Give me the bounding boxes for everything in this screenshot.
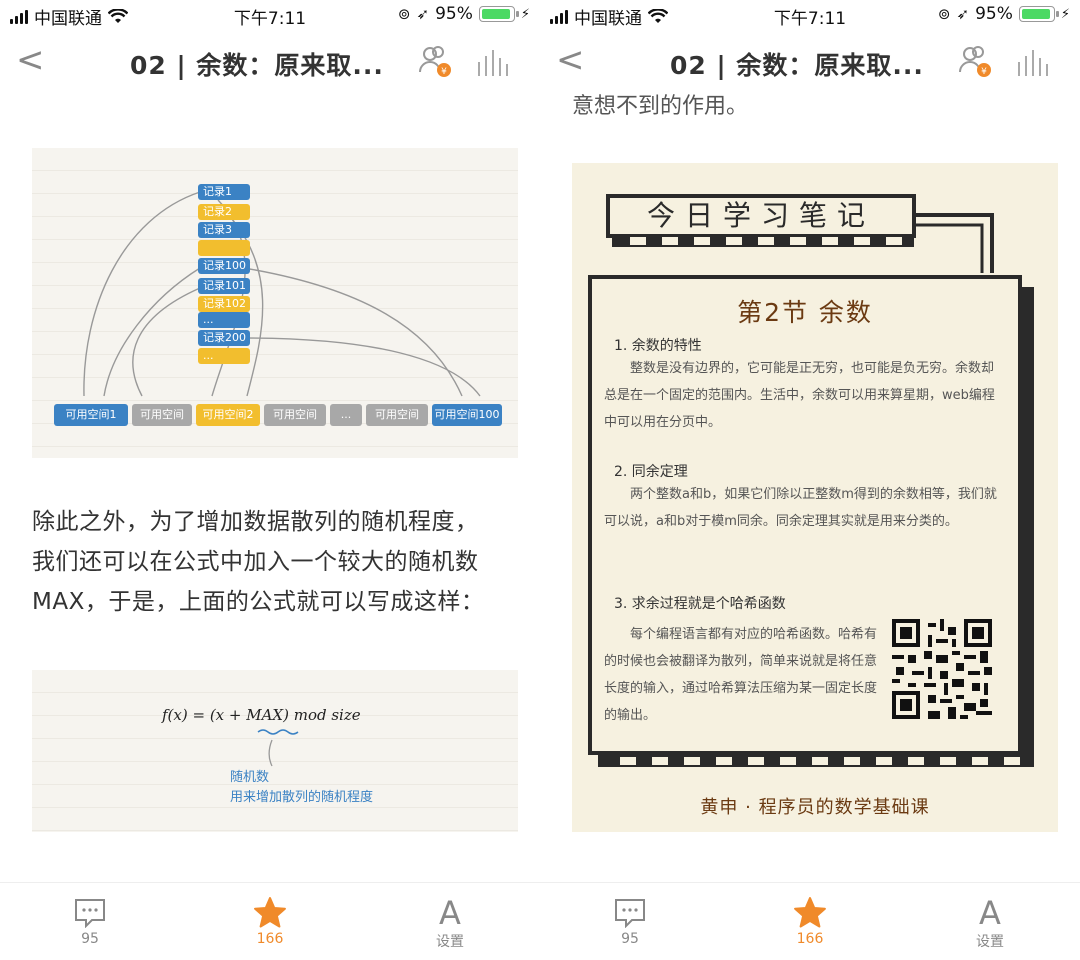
record-ellipsis-2: ... bbox=[198, 348, 250, 364]
record-200: 记录200 bbox=[198, 330, 250, 346]
tab-settings[interactable]: A 设置 bbox=[400, 894, 500, 951]
paragraph-line-1: 除此之外，为了增加数据散列的随机程度， bbox=[32, 509, 479, 535]
note-footer: 黄申 · 程序员的数学基础课 bbox=[700, 797, 930, 818]
slot-gray-2: 可用空间 bbox=[264, 404, 326, 426]
nav-bar: < 02 | 余数：原来取... ¥ bbox=[0, 30, 540, 94]
formula-figure: f(x) = (x + MAX) mod size 随机数 用来增加散列的随机程… bbox=[32, 670, 518, 832]
note-item-1-heading: 1. 余数的特性 bbox=[614, 338, 702, 354]
battery-icon bbox=[1018, 6, 1059, 22]
note-item-3-text: 每个编程语言都有对应的哈希函数。哈希有的时候也会被翻译为散列，简单来说就是将任意… bbox=[604, 627, 878, 723]
location-icon: ➶ bbox=[956, 5, 970, 23]
phone-left: 中国联通 下午7:11 ⊚ ➶ 95% ⚡ < 02 | 余数：原来取... ¥ bbox=[0, 0, 540, 960]
nav-bar: < 02 | 余数：原来取... ¥ bbox=[540, 30, 1080, 94]
record-102: 记录102 bbox=[198, 296, 250, 312]
note-item-3-heading: 3. 求余过程就是个哈希函数 bbox=[614, 596, 786, 612]
note-item-2-heading: 2. 同余定理 bbox=[614, 464, 688, 480]
star-icon bbox=[254, 897, 286, 928]
battery-percent: 95% bbox=[435, 4, 473, 24]
slot-gray-3: 可用空间 bbox=[366, 404, 428, 426]
tab-comments[interactable]: 95 bbox=[580, 895, 680, 947]
location-icon: ➶ bbox=[416, 5, 430, 23]
screens: 中国联通 下午7:11 ⊚ ➶ 95% ⚡ < 02 | 余数：原来取... ¥ bbox=[0, 0, 1080, 960]
chevron-left-icon[interactable]: < bbox=[16, 43, 45, 77]
svg-text:¥: ¥ bbox=[441, 67, 447, 77]
likes-count: 166 bbox=[796, 931, 824, 947]
record-101: 记录101 bbox=[198, 278, 250, 294]
star-icon bbox=[794, 897, 826, 928]
svg-text:¥: ¥ bbox=[981, 67, 987, 77]
tab-bar: 95 166 A 设置 bbox=[0, 882, 540, 960]
orientation-lock-icon: ⊚ bbox=[937, 5, 951, 23]
charging-icon: ⚡ bbox=[1060, 6, 1070, 22]
formula-note-1: 随机数 bbox=[230, 770, 270, 785]
people-coin-icon[interactable]: ¥ bbox=[958, 44, 994, 80]
battery-percent: 95% bbox=[975, 4, 1013, 24]
formula-annotation-arrow bbox=[257, 729, 299, 767]
comment-icon bbox=[75, 899, 105, 928]
slot-100: 可用空间100 bbox=[432, 404, 502, 426]
orientation-lock-icon: ⊚ bbox=[397, 5, 411, 23]
page-title: 02 | 余数：原来取... bbox=[130, 51, 384, 80]
study-note-card: 今日学习笔记 第2节 余数 1. 余数的特性 整数是没有边界的，它可能是正无穷，… bbox=[572, 163, 1058, 832]
audio-bars-icon[interactable] bbox=[476, 48, 508, 78]
tab-likes[interactable]: 166 bbox=[760, 895, 860, 947]
comments-count: 95 bbox=[81, 931, 99, 947]
record-ellipsis-1: ... bbox=[198, 312, 250, 328]
status-right: ⊚ ➶ 95% ⚡ bbox=[398, 4, 530, 24]
settings-label: 设置 bbox=[976, 934, 1004, 950]
paragraph-line-3: MAX，于是，上面的公式就可以写成这样： bbox=[32, 589, 485, 615]
chevron-left-icon[interactable]: < bbox=[556, 43, 585, 77]
phone-right: 中国联通 下午7:11 ⊚ ➶ 95% ⚡ < 02 | 余数：原来取... ¥ bbox=[540, 0, 1080, 960]
note-section-title: 第2节 余数 bbox=[737, 298, 873, 327]
record-2: 记录2 bbox=[198, 204, 250, 220]
status-bar: 中国联通 下午7:11 ⊚ ➶ 95% ⚡ bbox=[0, 0, 540, 30]
article-paragraph: 除此之外，为了增加数据散列的随机程度， 我们还可以在公式中加入一个较大的随机数 … bbox=[32, 502, 522, 622]
board-stripes bbox=[602, 755, 1022, 767]
page-title: 02 | 余数：原来取... bbox=[670, 51, 924, 80]
heading-stripes bbox=[612, 235, 914, 247]
record-blank bbox=[198, 240, 250, 256]
record-1: 记录1 bbox=[198, 184, 250, 200]
battery-icon bbox=[478, 6, 519, 22]
tab-comments[interactable]: 95 bbox=[40, 895, 140, 947]
tab-settings[interactable]: A 设置 bbox=[940, 894, 1040, 951]
font-size-icon: A bbox=[979, 894, 1001, 932]
tab-bar: 95 166 A 设置 bbox=[540, 882, 1080, 960]
comment-icon bbox=[615, 899, 645, 928]
status-bar: 中国联通 下午7:11 ⊚ ➶ 95% ⚡ bbox=[540, 0, 1080, 30]
record-3: 记录3 bbox=[198, 222, 250, 238]
slot-ellipsis: ... bbox=[330, 404, 362, 426]
qr-code bbox=[892, 619, 992, 719]
settings-label: 设置 bbox=[436, 934, 464, 950]
hash-diagram: 记录1 记录2 记录3 记录100 记录101 记录102 ... 记录200 … bbox=[32, 148, 518, 458]
likes-count: 166 bbox=[256, 931, 284, 947]
note-heading: 今日学习笔记 bbox=[606, 194, 916, 238]
note-board: 第2节 余数 1. 余数的特性 整数是没有边界的，它可能是正无穷，也可能是负无穷… bbox=[588, 275, 1022, 755]
tab-likes[interactable]: 166 bbox=[220, 895, 320, 947]
formula-note-2: 用来增加散列的随机程度 bbox=[230, 790, 374, 805]
paragraph-line-2: 我们还可以在公式中加入一个较大的随机数 bbox=[32, 549, 479, 575]
slot-1: 可用空间1 bbox=[54, 404, 128, 426]
slot-2: 可用空间2 bbox=[196, 404, 260, 426]
audio-bars-icon[interactable] bbox=[1016, 48, 1048, 78]
comments-count: 95 bbox=[621, 931, 639, 947]
note-item-2-text: 两个整数a和b，如果它们除以正整数m得到的余数相等，我们就可以说，a和b对于模m… bbox=[604, 487, 997, 529]
record-100: 记录100 bbox=[198, 258, 250, 274]
font-size-icon: A bbox=[439, 894, 461, 932]
status-right: ⊚ ➶ 95% ⚡ bbox=[938, 4, 1070, 24]
people-coin-icon[interactable]: ¥ bbox=[418, 44, 454, 80]
charging-icon: ⚡ bbox=[520, 6, 530, 22]
slot-gray-1: 可用空间 bbox=[132, 404, 192, 426]
note-item-1-text: 整数是没有边界的，它可能是正无穷，也可能是负无穷。余数却总是在一个固定的范围内。… bbox=[604, 361, 995, 430]
